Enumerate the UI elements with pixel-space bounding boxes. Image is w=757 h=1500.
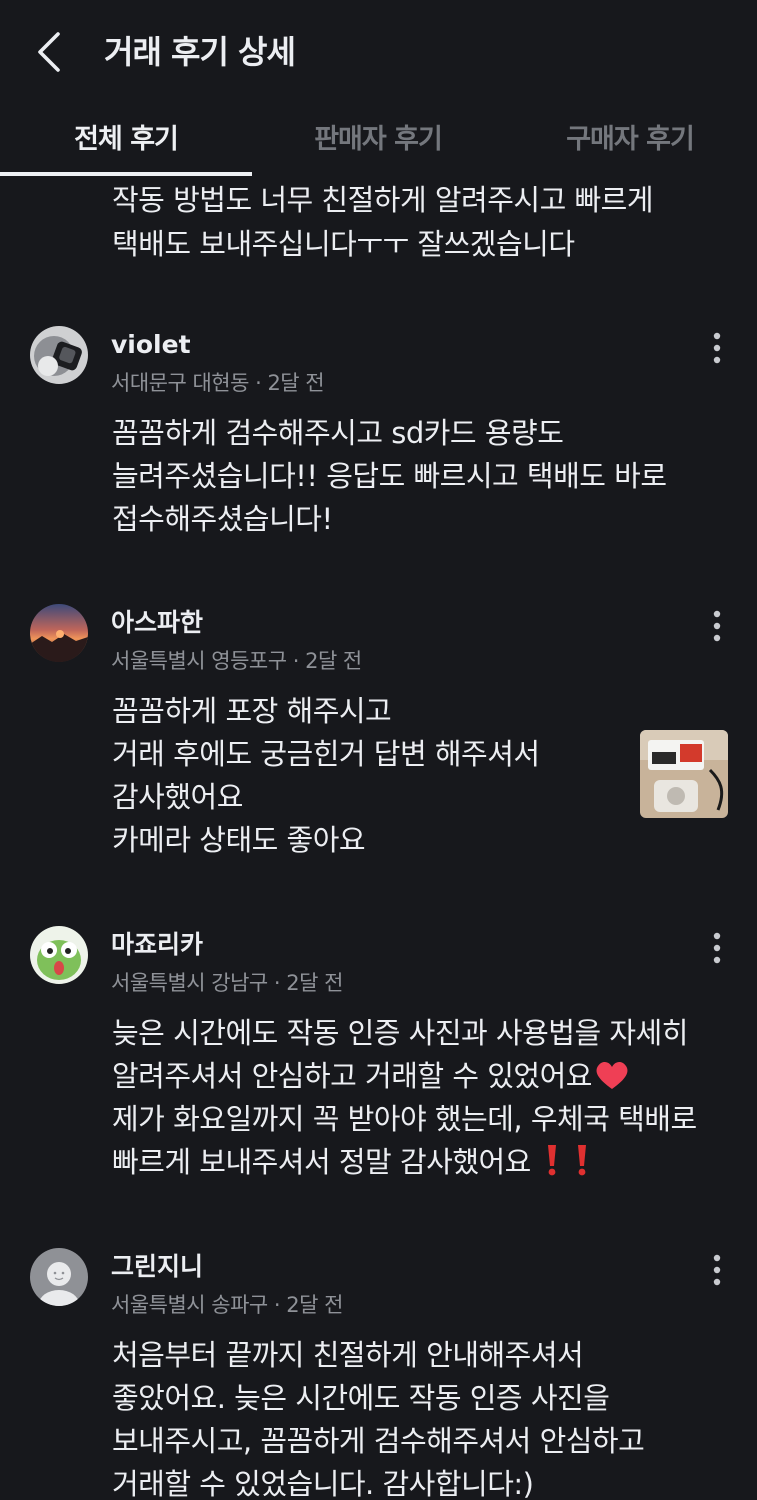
tab-all-reviews[interactable]: 전체 후기 — [0, 110, 252, 176]
more-vertical-icon — [713, 932, 721, 964]
reviewer-nickname[interactable]: 아스파한 — [111, 606, 203, 640]
review-line: 꼼꼼하게 검수해주시고 sd카드 용량도 — [112, 416, 564, 450]
exclamation-emoji — [547, 1145, 556, 1176]
reviewer-nickname[interactable]: 마죠리카 — [111, 928, 203, 962]
review-meta: 서대문구 대현동 · 2달 전 — [111, 371, 325, 395]
heart-emoji — [596, 1061, 628, 1089]
default-profile-icon — [30, 1248, 88, 1306]
more-options-button[interactable] — [704, 1250, 730, 1290]
review-photo — [640, 730, 728, 818]
more-options-button[interactable] — [704, 606, 730, 646]
active-tab-indicator — [0, 172, 252, 176]
reviewer-nickname[interactable]: violet — [111, 328, 191, 362]
review-line-wrap: 빠르게 보내주셔서 정말 감사했어요 — [112, 1141, 732, 1184]
review-content: 늦은 시간에도 작동 인증 사진과 사용법을 자세히 알려주셔서 안심하고 거래… — [112, 1012, 732, 1184]
review-line: 택배도 보내주십니다ㅜㅜ 잘쓰겠습니다 — [112, 227, 575, 261]
review-line: 거래할 수 있었습니다. 감사합니다:) — [112, 1467, 534, 1500]
review-meta: 서울특별시 영등포구 · 2달 전 — [111, 649, 362, 673]
review-content: 처음부터 끝까지 친절하게 안내해주셔서 좋았어요. 늦은 시간에도 작동 인증… — [112, 1334, 732, 1500]
review-line: 늘려주셨습니다!! 응답도 빠르시고 택배도 바로 — [112, 459, 667, 493]
chevron-left-icon — [38, 32, 60, 72]
tab-buyer-reviews[interactable]: 구매자 후기 — [504, 110, 756, 176]
avatar[interactable] — [30, 926, 88, 984]
review-meta: 서울특별시 송파구 · 2달 전 — [111, 1293, 343, 1317]
review-line: 카메라 상태도 좋아요 — [112, 823, 366, 857]
exclamation-emoji — [577, 1145, 586, 1176]
avatar-image — [30, 604, 88, 662]
avatar[interactable] — [30, 326, 88, 384]
header: 거래 후기 상세 — [0, 0, 757, 100]
review-line: 작동 방법도 너무 친절하게 알려주시고 빠르게 — [112, 183, 654, 217]
review-line: 꼼꼼하게 포장 해주시고 — [112, 694, 392, 728]
more-options-button[interactable] — [704, 928, 730, 968]
review-photo-thumbnail[interactable] — [640, 730, 728, 818]
review-meta: 서울특별시 강남구 · 2달 전 — [111, 971, 343, 995]
review-line: 접수해주셨습니다! — [112, 502, 333, 536]
avatar[interactable] — [30, 1248, 88, 1306]
avatar-image — [30, 326, 88, 384]
review-line: 빠르게 보내주셔서 정말 감사했어요 — [112, 1145, 531, 1179]
back-button[interactable] — [28, 28, 72, 76]
more-options-button[interactable] — [704, 328, 730, 368]
tab-seller-reviews[interactable]: 판매자 후기 — [252, 110, 504, 176]
reviewer-nickname[interactable]: 그린지니 — [111, 1250, 203, 1284]
more-vertical-icon — [713, 610, 721, 642]
review-detail-page: 거래 후기 상세 전체 후기 판매자 후기 구매자 후기 작동 방법도 너무 친… — [0, 0, 757, 1500]
page-title: 거래 후기 상세 — [104, 33, 296, 71]
review-line: 보내주시고, 꼼꼼하게 검수해주셔서 안심하고 — [112, 1424, 645, 1458]
review-line: 거래 후에도 궁금힌거 답변 해주셔서 — [112, 737, 540, 771]
more-vertical-icon — [713, 1254, 721, 1286]
review-line: 처음부터 끝까지 친절하게 안내해주셔서 — [112, 1338, 584, 1372]
review-line: 알려주셔서 안심하고 거래할 수 있었어요 — [112, 1059, 592, 1093]
more-vertical-icon — [713, 332, 721, 364]
review-line: 좋았어요. 늦은 시간에도 작동 인증 사진을 — [112, 1381, 610, 1415]
avatar-image — [30, 926, 88, 984]
review-line: 제가 화요일까지 꼭 받아야 했는데, 우체국 택배로 — [112, 1102, 697, 1136]
review-content: 꼼꼼하게 검수해주시고 sd카드 용량도 늘려주셨습니다!! 응답도 빠르시고 … — [112, 412, 732, 541]
review-content: 꼼꼼하게 포장 해주시고 거래 후에도 궁금힌거 답변 해주셔서 감사했어요 카… — [112, 690, 732, 862]
partial-review-content: 작동 방법도 너무 친절하게 알려주시고 빠르게 택배도 보내주십니다ㅜㅜ 잘쓰… — [112, 178, 732, 266]
review-line: 감사했어요 — [112, 780, 243, 814]
review-tabs: 전체 후기 판매자 후기 구매자 후기 — [0, 110, 757, 178]
review-line: 늦은 시간에도 작동 인증 사진과 사용법을 자세히 — [112, 1016, 688, 1050]
review-line-wrap: 알려주셔서 안심하고 거래할 수 있었어요 — [112, 1055, 732, 1098]
avatar[interactable] — [30, 604, 88, 662]
